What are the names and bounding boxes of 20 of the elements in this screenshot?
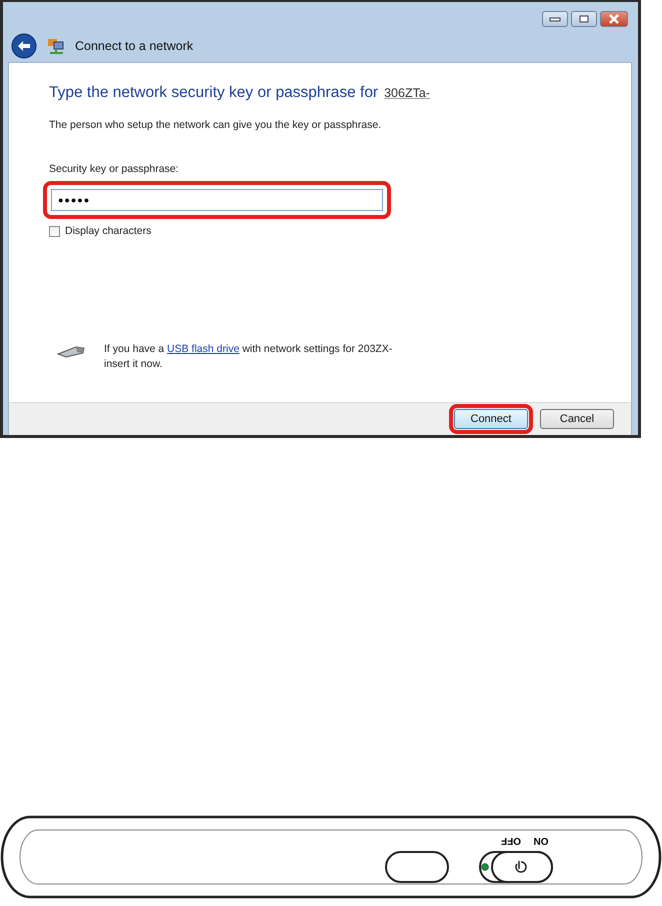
dialog-button[interactable]: Cancel bbox=[540, 409, 614, 429]
checkbox-label: Display characters bbox=[65, 225, 152, 237]
maximize-icon[interactable] bbox=[571, 11, 597, 27]
minimize-icon[interactable] bbox=[542, 11, 568, 27]
network-icon bbox=[47, 37, 65, 55]
close-icon[interactable] bbox=[600, 11, 628, 27]
dialog-heading: Type the network security key or passphrase for bbox=[49, 84, 378, 102]
network-name: 306ZTa- bbox=[384, 86, 430, 100]
field-label: Security key or passphrase: bbox=[49, 163, 180, 175]
usb-drive-icon bbox=[56, 344, 86, 358]
description-text: The person who setup the network can give you the key or passphrase. bbox=[49, 119, 382, 131]
switch-label: ON bbox=[534, 835, 548, 846]
back-icon[interactable] bbox=[11, 33, 37, 59]
passphrase-field[interactable]: ●●●●● bbox=[51, 189, 383, 211]
checkbox[interactable] bbox=[49, 226, 60, 236]
dialog-button[interactable]: Connect bbox=[454, 409, 528, 429]
usb-note-text: If you have a USB flash drive with network settings for 203ZX- insert it now. bbox=[104, 342, 392, 372]
window-title: Connect to a network bbox=[75, 39, 194, 53]
usb-flash-drive-link[interactable]: USB flash drive bbox=[167, 343, 240, 355]
switch-label: OFF bbox=[501, 835, 521, 846]
